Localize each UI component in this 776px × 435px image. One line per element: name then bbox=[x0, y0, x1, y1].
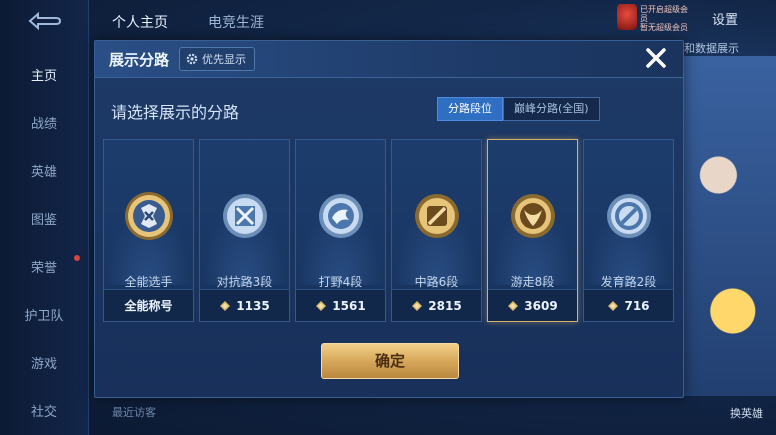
allround-emblem-icon bbox=[124, 192, 173, 240]
nav-item-honor-label: 荣誉 bbox=[30, 261, 57, 276]
card-label: 中路6段 bbox=[414, 275, 459, 289]
vip-badge-line-1: 已开启超级会员 bbox=[640, 5, 688, 23]
nav-item-guard[interactable]: 护卫队 bbox=[0, 305, 88, 324]
card-label: 打野4段 bbox=[318, 275, 363, 289]
dialog-title: 展示分路 bbox=[109, 51, 170, 69]
card-value: 全能称号 bbox=[124, 299, 173, 313]
nav-item-social[interactable]: 社交 bbox=[0, 401, 88, 420]
lane-mode-segmented-control: 分路段位 巅峰分路(全国) bbox=[437, 97, 600, 121]
card-value: 1135 bbox=[236, 298, 270, 313]
card-footer: 2815 bbox=[392, 289, 481, 321]
priority-display-button[interactable]: 优先显示 bbox=[179, 47, 255, 71]
settings-button[interactable]: 设置 bbox=[712, 9, 738, 28]
card-value: 716 bbox=[624, 298, 650, 313]
data-display-chip[interactable]: 和数据展示 bbox=[684, 40, 739, 56]
farm-lane-emblem-icon bbox=[606, 194, 651, 238]
nav-item-honor[interactable]: 荣誉 bbox=[0, 255, 88, 276]
card-footer: 1135 bbox=[200, 289, 289, 321]
card-label: 全能选手 bbox=[124, 275, 173, 289]
rank-points-icon bbox=[316, 300, 327, 311]
segment-lane-rank[interactable]: 分路段位 bbox=[437, 97, 503, 121]
hero-showcase-scene bbox=[680, 56, 776, 396]
roam-emblem-icon bbox=[510, 194, 555, 238]
rank-points-icon bbox=[508, 300, 519, 311]
confirm-button[interactable]: 确定 bbox=[321, 343, 459, 379]
lane-card-mid[interactable]: 中路6段 2815 bbox=[391, 139, 482, 322]
lane-display-dialog: 展示分路 优先显示 请选择展示的分路 分路段位 巅峰分路(全国) 全能选手 全能… bbox=[94, 40, 684, 398]
mid-lane-emblem-icon bbox=[414, 194, 459, 238]
card-value: 1561 bbox=[332, 298, 366, 313]
lane-card-list: 全能选手 全能称号 对抗路3段 1135 打野4段 1561 中路6段 2815… bbox=[103, 139, 675, 322]
nav-item-home[interactable]: 主页 bbox=[0, 65, 88, 84]
tab-esports-career[interactable]: 电竞生涯 bbox=[208, 12, 264, 32]
priority-display-label: 优先显示 bbox=[202, 53, 246, 66]
lane-card-jungle[interactable]: 打野4段 1561 bbox=[295, 139, 386, 322]
lane-card-allround[interactable]: 全能选手 全能称号 bbox=[103, 139, 194, 322]
card-label: 游走8段 bbox=[510, 275, 555, 289]
vip-badge-icon[interactable] bbox=[617, 4, 637, 30]
rank-points-icon bbox=[608, 300, 619, 311]
change-hero-button[interactable]: 换英雄 bbox=[730, 405, 763, 421]
jungle-emblem-icon bbox=[318, 194, 363, 238]
gear-icon bbox=[186, 53, 198, 65]
card-footer: 1561 bbox=[296, 289, 385, 321]
segment-peak-lane-national[interactable]: 巅峰分路(全国) bbox=[503, 97, 600, 121]
nav-item-records[interactable]: 战绩 bbox=[0, 113, 88, 132]
lane-card-clash[interactable]: 对抗路3段 1135 bbox=[199, 139, 290, 322]
recent-visitors-label: 最近访客 bbox=[112, 406, 156, 419]
rank-points-icon bbox=[412, 300, 423, 311]
nav-item-heroes[interactable]: 英雄 bbox=[0, 161, 88, 180]
back-arrow-icon[interactable] bbox=[22, 10, 64, 32]
card-label: 对抗路3段 bbox=[216, 275, 273, 289]
rank-points-icon bbox=[220, 300, 231, 311]
dialog-header: 展示分路 优先显示 bbox=[95, 41, 683, 78]
vip-badge-line-2: 暂无超级会员 bbox=[640, 23, 688, 32]
tab-profile[interactable]: 个人主页 bbox=[112, 12, 168, 32]
clash-lane-emblem-icon bbox=[222, 194, 267, 238]
close-icon[interactable] bbox=[641, 43, 671, 73]
card-value: 2815 bbox=[428, 298, 462, 313]
card-footer: 全能称号 bbox=[104, 289, 193, 321]
select-lane-prompt: 请选择展示的分路 bbox=[111, 103, 240, 122]
nav-item-atlas[interactable]: 图鉴 bbox=[0, 209, 88, 228]
card-value: 3609 bbox=[524, 298, 558, 313]
card-footer: 716 bbox=[584, 289, 673, 321]
lane-card-farm[interactable]: 发育路2段 716 bbox=[583, 139, 674, 322]
vip-badge-text: 已开启超级会员 暂无超级会员 bbox=[640, 5, 692, 32]
card-label: 发育路2段 bbox=[600, 275, 657, 289]
left-nav: 主页 战绩 英雄 图鉴 荣誉 护卫队 游戏 社交 bbox=[0, 0, 89, 435]
card-footer: 3609 bbox=[488, 289, 577, 321]
notification-dot-icon bbox=[74, 255, 80, 261]
nav-item-games[interactable]: 游戏 bbox=[0, 353, 88, 372]
lane-card-roam[interactable]: 游走8段 3609 bbox=[487, 139, 578, 322]
